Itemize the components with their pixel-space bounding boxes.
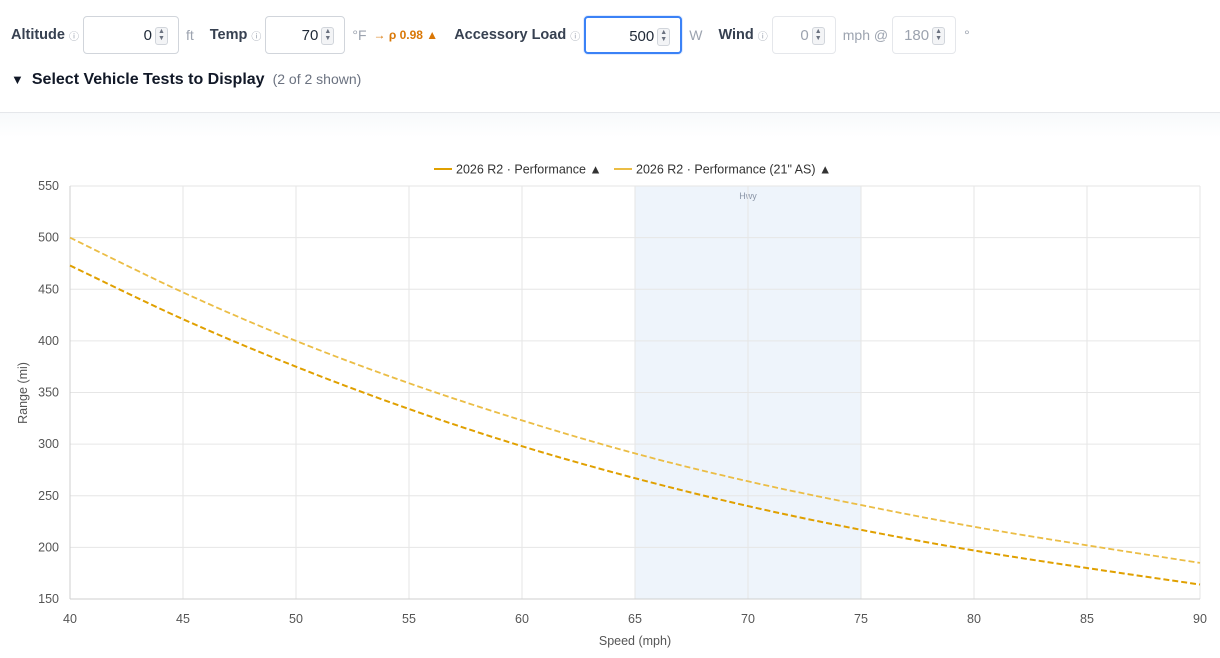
temp-label: Temp [209, 27, 248, 43]
y-tick-label: 450 [38, 282, 59, 296]
wind-speed-value: 0 [800, 27, 809, 44]
x-tick-label: 75 [854, 612, 868, 626]
vehicle-select-title[interactable]: Select Vehicle Tests to Display [32, 71, 265, 89]
altitude-info-icon[interactable]: ⓘ [69, 28, 79, 43]
y-axis-label: Range (mi) [16, 362, 30, 424]
altitude-label: Altitude [11, 27, 65, 43]
y-tick-label: 300 [38, 437, 59, 451]
vehicle-select-toggle[interactable]: ▼ Select Vehicle Tests to Display (2 of … [11, 71, 361, 89]
wind-direction-value: 180 [904, 27, 930, 44]
x-tick-label: 80 [967, 612, 981, 626]
x-axis-label: Speed (mph) [599, 634, 671, 648]
x-tick-label: 40 [63, 612, 77, 626]
y-tick-label: 550 [38, 179, 59, 193]
altitude-value: 0 [143, 27, 152, 44]
x-tick-label: 65 [628, 612, 642, 626]
accessory-load-spinner-icon[interactable]: ▲ ▼ [657, 28, 671, 46]
air-density-note: → ρ 0.98 ▲ [373, 28, 439, 42]
x-tick-label: 90 [1193, 612, 1207, 626]
y-tick-label: 250 [38, 489, 59, 503]
controls-panel: Altitude ⓘ 0 ▲ ▼ ft Temp ⓘ 70 ▲ ▼ °F → ρ 0… [0, 0, 1220, 113]
accessory-load-info-icon[interactable]: ⓘ [570, 28, 580, 43]
altitude-spinner-icon[interactable]: ▲ ▼ [154, 27, 168, 45]
y-tick-label: 350 [38, 386, 59, 400]
x-tick-label: 45 [176, 612, 190, 626]
wind-direction-spinner-icon[interactable]: ▲ ▼ [932, 27, 946, 45]
temp-info-icon[interactable]: ⓘ [251, 28, 261, 43]
y-tick-label: 400 [38, 334, 59, 348]
altitude-unit: ft [185, 27, 194, 43]
wind-direction-input[interactable]: 180 ▲ ▼ [892, 16, 957, 54]
vehicle-select-count: (2 of 2 shown) [272, 71, 362, 87]
section-divider [0, 113, 1220, 137]
y-tick-label: 150 [38, 592, 59, 606]
settings-row: Altitude ⓘ 0 ▲ ▼ ft Temp ⓘ 70 ▲ ▼ °F → ρ 0… [11, 15, 970, 55]
disclosure-triangle-icon[interactable]: ▼ [11, 72, 24, 87]
wind-info-icon[interactable]: ⓘ [758, 28, 768, 43]
x-tick-label: 85 [1080, 612, 1094, 626]
x-tick-label: 55 [402, 612, 416, 626]
altitude-input[interactable]: 0 ▲ ▼ [82, 16, 179, 54]
range-vs-speed-chart: Hwy 40 45 50 55 60 65 70 75 80 85 9015020025030035… [16, 163, 1207, 649]
accessory-load-unit: W [689, 27, 703, 43]
legend-item[interactable]: 2026 R2 · Performance (21" AS) ▲ [636, 163, 831, 177]
x-tick-label: 60 [515, 612, 529, 626]
accessory-load-label: Accessory Load [454, 27, 567, 43]
wind-direction-unit: ° [964, 27, 970, 43]
x-tick-label: 50 [289, 612, 303, 626]
temp-value: 70 [301, 27, 319, 44]
temp-spinner-icon[interactable]: ▲ ▼ [321, 27, 335, 45]
x-tick-label: 70 [741, 612, 755, 626]
wind-speed-input[interactable]: 0 ▲ ▼ [771, 16, 836, 54]
wind-speed-unit: mph @ [842, 27, 889, 43]
y-tick-label: 500 [38, 231, 59, 245]
temp-input[interactable]: 70 ▲ ▼ [265, 16, 346, 54]
wind-speed-spinner-icon[interactable]: ▲ ▼ [811, 27, 825, 45]
legend-item[interactable]: 2026 R2 · Performance ▲ [456, 163, 602, 177]
wind-label: Wind [718, 27, 754, 43]
y-tick-label: 200 [38, 540, 59, 554]
accessory-load-value: 500 [629, 28, 655, 45]
temp-unit: °F [352, 27, 367, 43]
accessory-load-input[interactable]: 500 ▲ ▼ [584, 16, 683, 54]
